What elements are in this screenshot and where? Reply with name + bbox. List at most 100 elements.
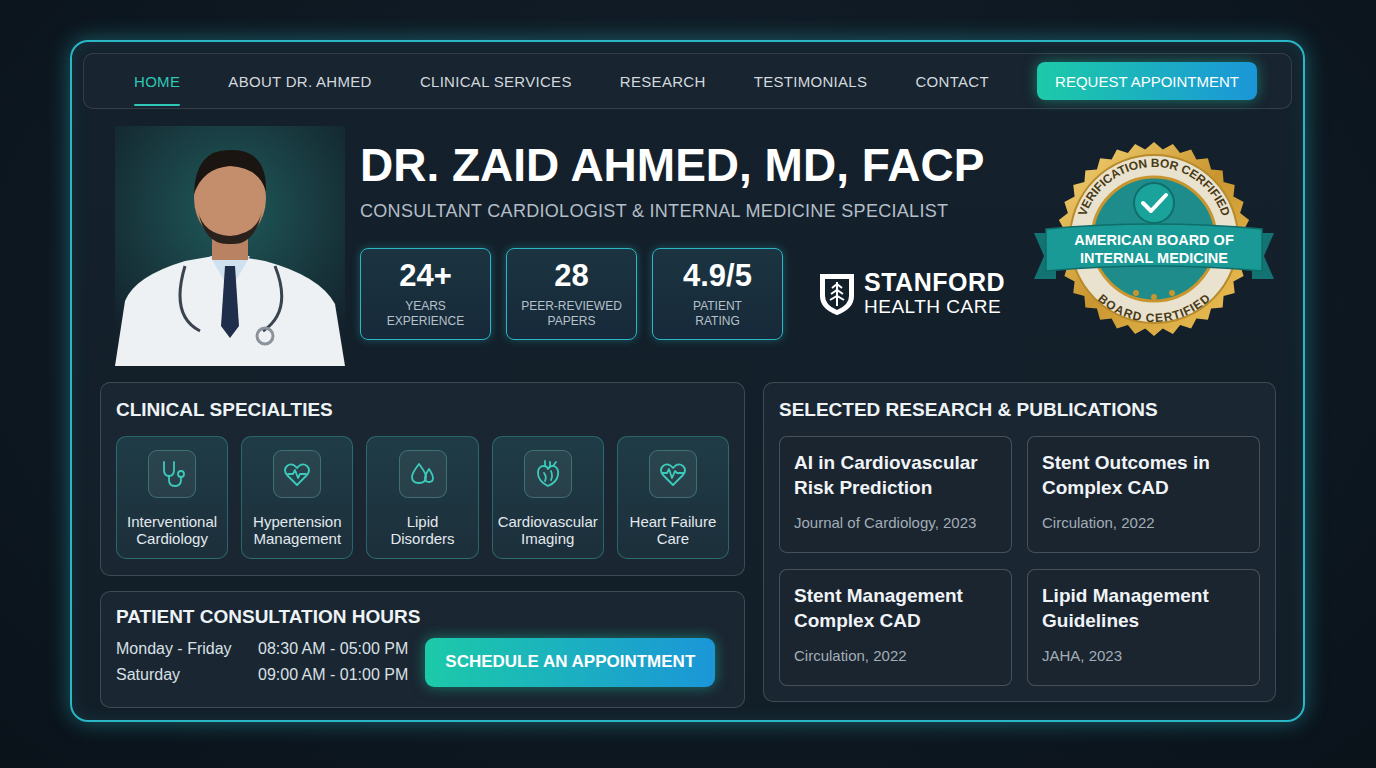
stat-value: 28 — [554, 259, 588, 293]
specialty-label-line: Interventional — [127, 513, 217, 530]
publication-source: JAHA, 2023 — [1042, 647, 1245, 664]
certification-badge: VERIFICATION BOR CERFIFIEDAMERICAN BOARD… — [1034, 141, 1274, 341]
stat-value: 4.9/5 — [683, 259, 752, 293]
stat-label-line: PAPERS — [521, 314, 622, 329]
hours-panel: PATIENT CONSULTATION HOURS Monday - Frida… — [100, 591, 745, 708]
specialty-label-line: Care — [630, 530, 717, 547]
stat-label-line: YEARS — [387, 299, 464, 314]
stat-card: 4.9/5 PATIENTRATING — [652, 248, 783, 340]
specialty-label-line: Cardiology — [127, 530, 217, 547]
hours-time: 09:00 AM - 01:00 PM — [258, 666, 408, 684]
publication-title: Lipid ManagementGuidelines — [1042, 584, 1245, 633]
publication-title-line: Stent Outcomes in — [1042, 451, 1245, 476]
stanford-logo: STANFORDHEALTH CARE — [818, 269, 1005, 317]
profile-info: DR. ZAID AHMED, MD, FACP CONSULTANT CARDI… — [345, 126, 1034, 366]
publication-card[interactable]: Stent ManagementComplex CAD Circulation, … — [779, 569, 1012, 686]
publication-card[interactable]: Lipid ManagementGuidelines JAHA, 2023 — [1027, 569, 1260, 686]
affiliation-name: STANFORD — [864, 269, 1005, 297]
specialty-icon-box — [399, 450, 447, 498]
specialty-icon-box — [649, 450, 697, 498]
publication-title-line: Stent Management — [794, 584, 997, 609]
specialty-label: Heart FailureCare — [630, 513, 717, 548]
pulse-icon — [282, 459, 312, 489]
page-frame: HOME ABOUT DR. AHMED CLINICAL SERVICES RESE… — [70, 40, 1305, 722]
publication-title-line: Complex CAD — [794, 609, 997, 634]
badge-bottom-text: BOARD CERTIFIED — [1095, 291, 1213, 325]
specialty-label: HypertensionManagement — [253, 513, 341, 548]
content-grid: CLINICAL SPECIALTIESInterventionalCardio… — [100, 382, 1292, 708]
research-grid: AI in CardiovascularRisk Prediction Journ… — [779, 436, 1260, 686]
nav-item[interactable]: RESEARCH — [620, 65, 706, 98]
nav-item[interactable]: TESTIMONIALS — [754, 65, 868, 98]
nav-item[interactable]: HOME — [134, 65, 180, 98]
publication-source: Journal of Cardiology, 2023 — [794, 514, 997, 531]
publication-card[interactable]: Stent Outcomes inComplex CADCirculation,… — [1027, 436, 1260, 553]
request-appointment-button[interactable]: REQUEST APPOINTMENT — [1037, 62, 1257, 100]
specialty-label-line: Lipid — [390, 513, 454, 530]
affiliation-sub: HEALTH CARE — [864, 297, 1005, 318]
left-column: CLINICAL SPECIALTIESInterventionalCardio… — [100, 382, 745, 708]
seal-icon: VERIFICATION BOR CERFIFIEDAMERICAN BOARD… — [1034, 141, 1274, 341]
publication-title-line: Risk Prediction — [794, 476, 997, 501]
specialty-label-line: Hypertension — [253, 513, 341, 530]
research-panel: SELECTED RESEARCH & PUBLICATIONS AI in Ca… — [763, 382, 1276, 702]
specialty-tile[interactable]: Heart FailureCare — [617, 436, 729, 559]
svg-text:BOARD CERTIFIED: BOARD CERTIFIED — [1095, 291, 1213, 325]
shield-icon — [818, 272, 856, 316]
specialty-label: InterventionalCardiology — [127, 513, 217, 548]
schedule-appointment-button[interactable]: SCHEDULE AN APPOINTMENT — [425, 638, 715, 687]
hours-time: 08:30 AM - 05:00 PM — [258, 640, 408, 658]
specialties-row: InterventionalCardiology HypertensionMana… — [116, 436, 729, 559]
stat-label-line: EXPERIENCE — [387, 314, 464, 329]
doctor-photo — [115, 126, 345, 366]
stat-value: 24+ — [399, 259, 452, 293]
specialty-label-line: Management — [253, 530, 341, 547]
publication-card[interactable]: AI in CardiovascularRisk Prediction Journ… — [779, 436, 1012, 553]
stat-label-line: RATING — [693, 314, 742, 329]
badge-ribbon-text: INTERNAL MEDICINE — [1080, 250, 1228, 266]
publication-title-line: Guidelines — [1042, 609, 1245, 634]
specialty-tile[interactable]: CardiovascularImaging — [492, 436, 604, 559]
nav-item[interactable]: ABOUT DR. AHMED — [228, 65, 371, 98]
specialty-label: LipidDisorders — [390, 513, 454, 548]
specialty-label-line: Disorders — [390, 530, 454, 547]
specialty-tile[interactable]: InterventionalCardiology — [116, 436, 228, 559]
publication-title-line: Complex CAD — [1042, 476, 1245, 501]
stats-row: 24+ YEARSEXPERIENCE 28 PEER-REVIEWEDPAPERS 4… — [360, 248, 1034, 340]
publication-source: Circulation, 2022 — [794, 647, 997, 664]
specialty-label-line: Cardiovascular — [498, 513, 598, 530]
publication-title: Stent Outcomes inComplex CAD — [1042, 451, 1245, 500]
doctor-name: DR. ZAID AHMED, MD, FACP — [360, 140, 1034, 191]
doctor-title: CONSULTANT CARDIOLOGIST & INTERNAL MEDIC… — [360, 201, 1034, 222]
affiliation: STANFORDHEALTH CARE — [864, 269, 1005, 317]
specialty-icon-box — [524, 450, 572, 498]
hours-body: Monday - Friday08:30 AM - 05:00 PMSaturd… — [116, 638, 729, 687]
hours-days: Saturday — [116, 666, 258, 684]
specialty-icon-box — [273, 450, 321, 498]
publication-title: AI in CardiovascularRisk Prediction — [794, 451, 997, 500]
stat-label: YEARSEXPERIENCE — [387, 299, 464, 329]
specialty-label-line: Imaging — [498, 530, 598, 547]
publication-title: Stent ManagementComplex CAD — [794, 584, 997, 633]
specialties-panel: CLINICAL SPECIALTIESInterventionalCardio… — [100, 382, 745, 576]
specialty-label-line: Heart Failure — [630, 513, 717, 530]
specialty-tile[interactable]: LipidDisorders — [366, 436, 478, 559]
specialty-tile[interactable]: HypertensionManagement — [241, 436, 353, 559]
hours-days: Monday - Friday — [116, 640, 258, 658]
stethoscope-icon — [157, 459, 187, 489]
panel-title: CLINICAL SPECIALTIES — [116, 399, 729, 421]
hours-table: Monday - Friday08:30 AM - 05:00 PMSaturd… — [116, 640, 408, 684]
nav-item[interactable]: CLINICAL SERVICES — [420, 65, 572, 98]
stat-label-line: PEER-REVIEWED — [521, 299, 622, 314]
panel-title: SELECTED RESEARCH & PUBLICATIONS — [779, 399, 1260, 421]
specialty-icon-box — [148, 450, 196, 498]
stat-label-line: PATIENT — [693, 299, 742, 314]
stat-label: PEER-REVIEWEDPAPERS — [521, 299, 622, 329]
hero: DR. ZAID AHMED, MD, FACP CONSULTANT CARDI… — [115, 126, 1292, 366]
heart-icon — [533, 459, 563, 489]
stat-label: PATIENTRATING — [693, 299, 742, 329]
ecg-icon — [658, 459, 688, 489]
drops-icon — [408, 459, 438, 489]
panel-title: PATIENT CONSULTATION HOURS — [116, 606, 729, 628]
nav-item[interactable]: CONTACT — [915, 65, 988, 98]
